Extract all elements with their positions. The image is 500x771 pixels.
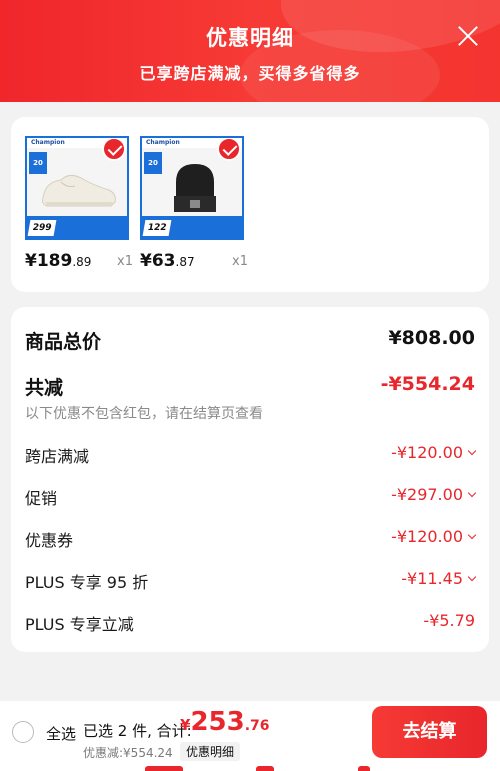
chevron-down-icon[interactable] <box>467 530 477 540</box>
brand-logo: Champion <box>31 139 65 146</box>
checkout-button[interactable]: 去结算 <box>372 706 487 758</box>
promo-header: 优惠明细 已享跨店满减，买得多省得多 <box>0 0 500 102</box>
discount-label: 促销 <box>25 489 58 508</box>
product-thumbnail[interactable]: Champion 20 122 <box>140 136 244 240</box>
selected-check-icon[interactable] <box>102 138 126 161</box>
discount-detail-link[interactable]: 优惠明细 <box>180 742 241 761</box>
chevron-down-icon[interactable] <box>467 572 477 582</box>
nav-badge <box>145 766 183 771</box>
promo-tag: 20 <box>144 152 162 174</box>
thumbnail-price: 299 <box>27 220 57 236</box>
discount-label: 跨店满减 <box>25 447 90 466</box>
brand-logo: Champion <box>146 139 180 146</box>
discount-summary-card: 商品总价 ¥808.00 共减 -¥554.24 以下优惠不包含红包，请在结算页… <box>11 307 489 652</box>
product-quantity: x1 <box>117 254 133 269</box>
product-quantity: x1 <box>232 254 248 269</box>
shoe-image <box>42 174 116 207</box>
discount-label: PLUS 专享立减 <box>25 615 134 634</box>
page-subtitle: 已享跨店满减，买得多省得多 <box>139 64 361 83</box>
discount-label: 优惠券 <box>25 531 74 550</box>
product-item[interactable]: Champion 20 122 ¥63.87 x1 <box>140 136 248 271</box>
select-all-label[interactable]: 全选 <box>46 723 76 744</box>
checkout-bar: 全选 已选 2 件, 合计: ¥253.76 优惠减:¥554.24 优惠明细 … <box>0 701 500 771</box>
page-title: 优惠明细 <box>206 26 294 50</box>
close-icon[interactable] <box>456 24 480 48</box>
product-item[interactable]: Champion 20 299 ¥189.89 x1 <box>25 136 133 271</box>
total-price-value: ¥808.00 <box>388 327 475 349</box>
bottom-nav-hint <box>0 764 500 771</box>
discount-value: -¥297.00 <box>391 485 477 504</box>
total-reduce-label: 共减 <box>25 377 64 399</box>
discount-value: -¥120.00 <box>391 527 477 546</box>
total-amount: ¥253.76 <box>180 707 270 737</box>
selected-check-icon[interactable] <box>217 138 241 161</box>
product-thumbnail[interactable]: Champion 20 299 <box>25 136 129 240</box>
chevron-down-icon[interactable] <box>467 446 477 456</box>
total-price-label: 商品总价 <box>25 331 102 353</box>
chevron-down-icon[interactable] <box>467 488 477 498</box>
discount-label: PLUS 专享 95 折 <box>25 573 149 592</box>
product-price: ¥189.89 <box>25 251 92 271</box>
beanie-image <box>174 164 216 212</box>
nav-badge <box>256 766 274 771</box>
total-reduce-value: -¥554.24 <box>380 373 475 395</box>
discount-value: -¥120.00 <box>391 443 477 462</box>
product-list-card: Champion 20 299 ¥189.89 x1 Champion 20 1… <box>11 117 489 292</box>
thumbnail-price: 122 <box>142 220 172 236</box>
discount-value: -¥5.79 <box>423 611 475 630</box>
product-price: ¥63.87 <box>140 251 195 271</box>
discount-value: -¥11.45 <box>401 569 477 588</box>
selected-count: 已选 2 件, 合计: <box>83 722 192 740</box>
discount-amount: 优惠减:¥554.24 <box>83 746 173 760</box>
nav-badge <box>358 766 370 771</box>
select-all-radio[interactable] <box>12 721 34 743</box>
discount-note: 以下优惠不包含红包，请在结算页查看 <box>25 406 263 422</box>
